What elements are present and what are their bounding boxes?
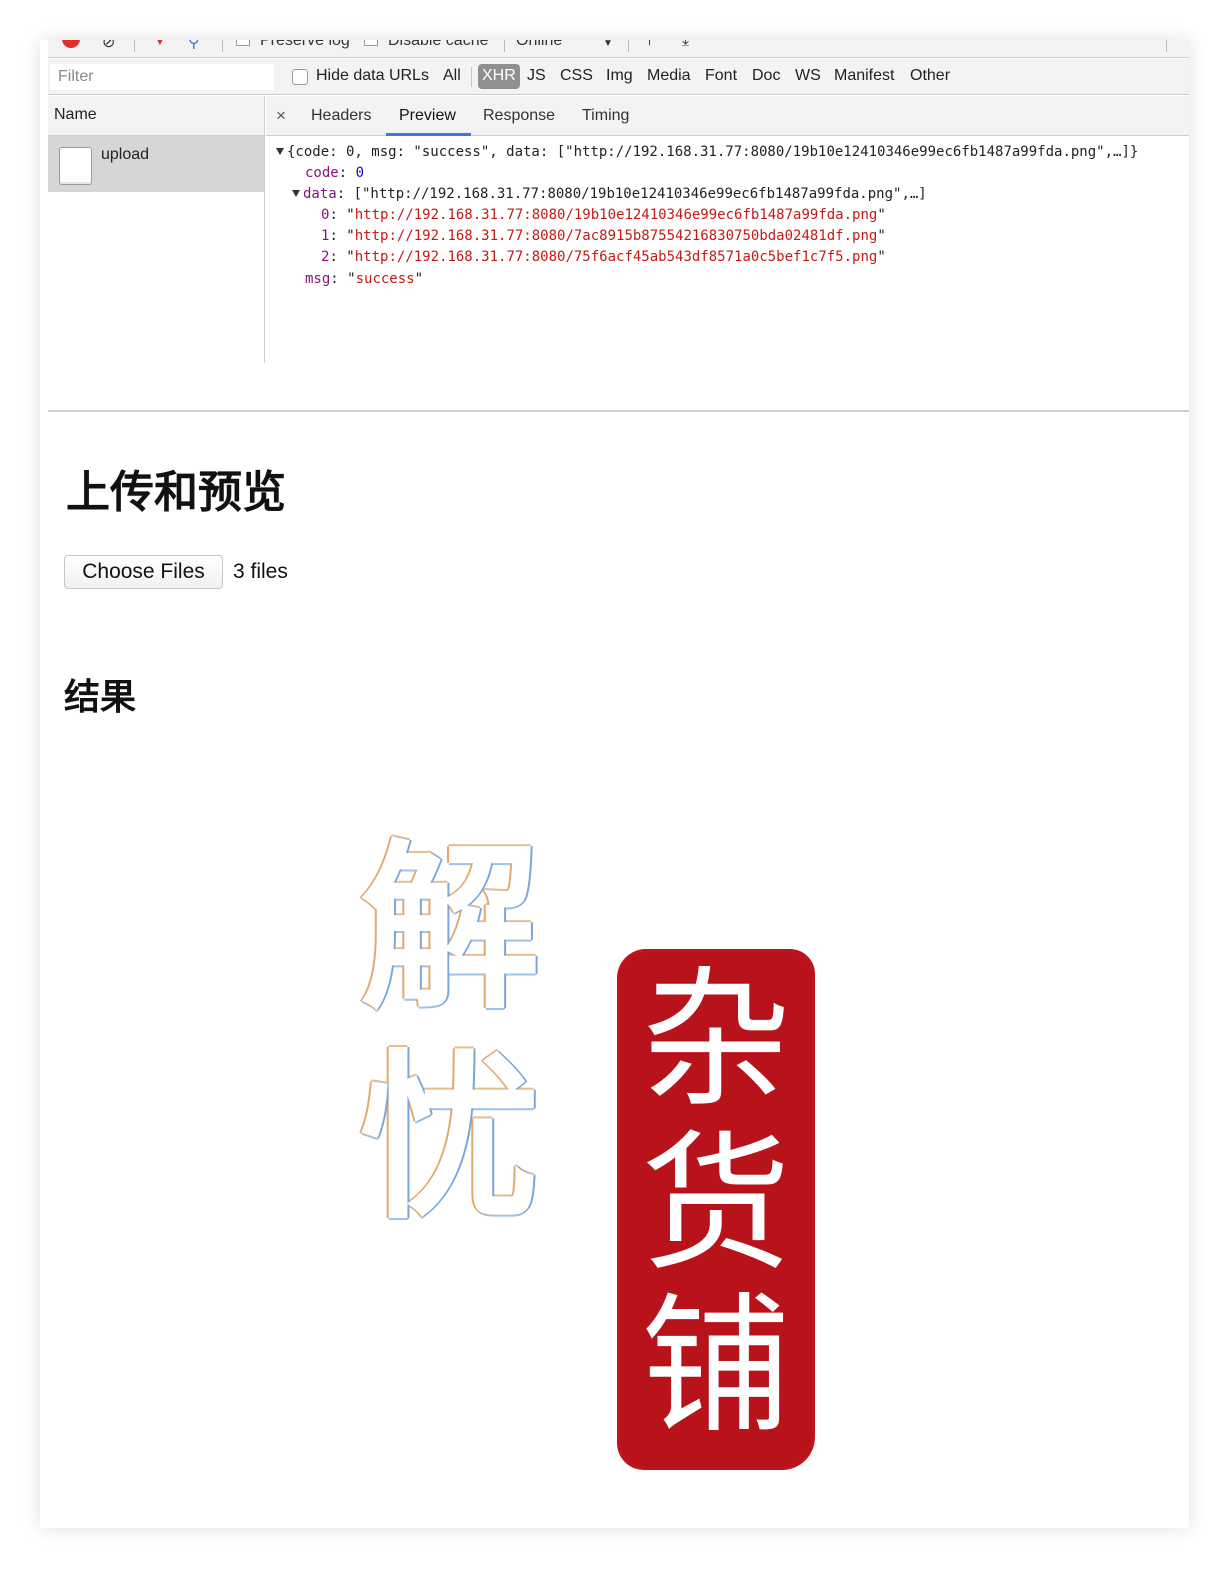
tab-headers[interactable]: Headers (311, 107, 371, 125)
json-string: http://192.168.31.77:8080/7ac8915b875542… (354, 228, 878, 244)
tab-preview[interactable]: Preview (399, 107, 456, 125)
json-string: success (355, 271, 415, 287)
record-icon[interactable] (62, 40, 80, 48)
devtools-divider[interactable] (48, 410, 1189, 412)
expand-arrow-icon[interactable] (276, 148, 284, 155)
tab-response[interactable]: Response (483, 107, 555, 125)
image-glyph: 解 (360, 825, 541, 1034)
type-filter-manifest[interactable]: Manifest (834, 67, 894, 85)
json-array-item: 2: "http://192.168.31.77:8080/75f6acf45a… (321, 249, 886, 265)
type-filter-font[interactable]: Font (705, 67, 737, 85)
detail-tabs: × Headers Preview Response Timing (266, 96, 1189, 136)
type-filter-img[interactable]: Img (606, 67, 633, 85)
type-filter-css[interactable]: CSS (560, 67, 593, 85)
disable-cache-label: Disable cache (388, 40, 489, 49)
json-string: http://192.168.31.77:8080/19b10e12410346… (354, 207, 878, 223)
hide-data-urls-checkbox[interactable] (292, 69, 308, 85)
json-data-summary: ["http://192.168.31.77:8080/19b10e124103… (353, 186, 927, 202)
chevron-down-icon[interactable]: ▼ (603, 40, 613, 49)
clear-icon[interactable]: ⊘ (102, 40, 115, 52)
filter-funnel-icon[interactable]: ▼ (152, 40, 168, 50)
filter-bar: Hide data URLs All XHR JS CSS Img Media … (48, 59, 1189, 95)
page-title: 上传和预览 (66, 467, 286, 518)
json-key: msg (305, 271, 331, 287)
json-summary: {code: 0, msg: "success", data: ["http:/… (287, 144, 1139, 160)
type-filter-all[interactable]: All (443, 67, 461, 85)
image-glyph: 忧 (360, 1035, 541, 1244)
request-list: Name upload (48, 96, 265, 363)
type-filter-js[interactable]: JS (527, 67, 546, 85)
json-root-row[interactable]: {code: 0, msg: "success", data: ["http:/… (276, 142, 1138, 163)
type-filter-doc[interactable]: Doc (752, 67, 780, 85)
request-name: upload (101, 146, 150, 163)
json-string: http://192.168.31.77:8080/75f6acf45ab543… (354, 249, 878, 265)
filter-input[interactable] (50, 64, 274, 90)
seal-glyph: 铺 (640, 1280, 791, 1454)
seal-glyph: 杂 (640, 954, 791, 1128)
close-icon[interactable]: × (276, 106, 286, 126)
browser-window: ⊘ ▼ ⚲ Preserve log Disable cache Online … (40, 40, 1189, 1528)
json-key: data (303, 186, 337, 202)
json-data-row[interactable]: data: ["http://192.168.31.77:8080/19b10e… (292, 184, 927, 205)
name-column-header[interactable]: Name (48, 96, 264, 136)
type-filter-xhr[interactable]: XHR (478, 64, 520, 89)
json-code-row: code: 0 (305, 165, 365, 181)
choose-files-button[interactable]: Choose Files (64, 555, 223, 589)
preserve-log-checkbox[interactable] (236, 40, 250, 46)
file-icon (59, 147, 92, 185)
type-filter-ws[interactable]: WS (795, 67, 821, 85)
files-count: 3 files (233, 560, 288, 583)
import-har-icon[interactable]: ⤒ (646, 40, 653, 50)
hide-data-urls-label: Hide data URLs (316, 67, 429, 84)
json-array-item: 1: "http://192.168.31.77:8080/7ac8915b87… (321, 228, 886, 244)
preserve-log-label: Preserve log (260, 40, 350, 49)
devtools-toolbar: ⊘ ▼ ⚲ Preserve log Disable cache Online … (48, 40, 1189, 58)
preview-image-seal: 杂 货 铺 (620, 952, 812, 1467)
json-array-item: 0: "http://192.168.31.77:8080/19b10e1241… (321, 207, 886, 223)
devtools-panel: ⊘ ▼ ⚲ Preserve log Disable cache Online … (48, 40, 1189, 363)
request-row[interactable]: upload (48, 136, 264, 192)
type-filter-other[interactable]: Other (910, 67, 950, 85)
type-filter-media[interactable]: Media (647, 67, 691, 85)
seal-glyph: 货 (640, 1118, 791, 1292)
result-title: 结果 (64, 676, 137, 718)
throttle-select[interactable]: Online (516, 40, 562, 50)
json-preview: {code: 0, msg: "success", data: ["http:/… (266, 137, 1189, 363)
disable-cache-checkbox[interactable] (364, 40, 378, 46)
json-msg-row: msg: "success" (305, 271, 424, 287)
tab-timing[interactable]: Timing (582, 107, 629, 125)
search-icon[interactable]: ⚲ (188, 40, 200, 52)
preview-image-outlined: 解 忧 (360, 840, 560, 1250)
json-number: 0 (355, 165, 365, 181)
active-tab-indicator (386, 133, 471, 136)
json-key: code (305, 165, 339, 181)
export-har-icon[interactable]: ⤓ (682, 40, 689, 50)
expand-arrow-icon[interactable] (292, 190, 300, 197)
